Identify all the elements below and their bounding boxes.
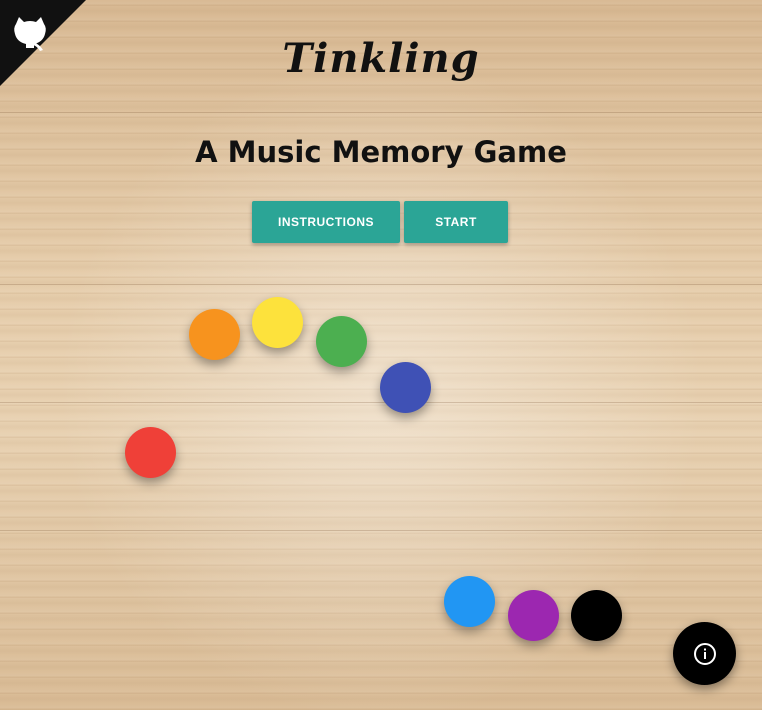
info-icon [693,642,716,665]
note-purple[interactable] [508,590,559,641]
info-button[interactable] [673,622,736,685]
note-indigo[interactable] [380,362,431,413]
instructions-button[interactable]: INSTRUCTIONS [252,201,400,243]
note-yellow[interactable] [252,297,303,348]
note-red[interactable] [125,427,176,478]
wood-seam [0,284,762,285]
start-button[interactable]: START [404,201,508,243]
game-subtitle: A Music Memory Game [195,135,567,169]
game-title: Tinkling [282,35,480,82]
note-orange[interactable] [189,309,240,360]
wood-seam [0,112,762,113]
action-buttons: INSTRUCTIONS START [252,201,508,243]
note-green[interactable] [316,316,367,367]
note-blue[interactable] [444,576,495,627]
wood-seam [0,530,762,531]
wood-seam [0,402,762,403]
note-black[interactable] [571,590,622,641]
